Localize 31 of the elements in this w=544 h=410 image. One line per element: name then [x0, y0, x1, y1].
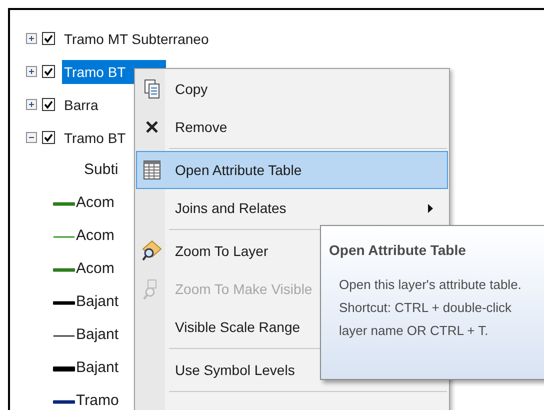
layer-name[interactable]: Barra	[62, 92, 100, 116]
legend-label: Acom	[76, 226, 114, 246]
expand-icon[interactable]	[26, 99, 37, 110]
legend-label: Bajant	[76, 292, 119, 312]
checkbox[interactable]	[42, 131, 55, 144]
checkbox[interactable]	[42, 32, 55, 45]
tooltip-text: Shortcut: CTRL + double-click	[339, 299, 513, 317]
layer-name[interactable]: Tramo MT Subterraneo	[62, 26, 211, 50]
legend-label: Acom	[76, 259, 114, 280]
expand-icon[interactable]	[26, 33, 37, 44]
legend-label: Acom	[76, 193, 114, 214]
legend-heading: Subti	[84, 160, 118, 180]
tooltip-title: Open Attribute Table	[329, 241, 467, 260]
legend-label: Bajant	[76, 325, 119, 346]
legend-label: Tramo	[76, 391, 119, 410]
table-icon	[143, 160, 161, 180]
layer-name[interactable]: Tramo BT	[62, 126, 128, 150]
copy-icon	[144, 79, 160, 99]
expand-icon[interactable]	[26, 66, 37, 77]
legend-label: Bajant	[76, 358, 119, 378]
collapse-icon[interactable]	[26, 132, 37, 143]
tooltip-text: Open this layer's attribute table.	[339, 276, 522, 294]
checkbox[interactable]	[42, 65, 55, 78]
zoom-to-layer-icon	[142, 240, 162, 262]
menu-item[interactable]: Joins and Relates	[136, 189, 448, 227]
menu-item[interactable]: Remove	[136, 108, 448, 146]
submenu-arrow-icon	[428, 204, 433, 212]
tooltip-text: layer name OR CTRL + T.	[339, 322, 490, 340]
checkbox[interactable]	[42, 98, 55, 111]
close-icon	[146, 121, 158, 133]
menu-item[interactable]: Open Attribute Table	[136, 151, 448, 189]
